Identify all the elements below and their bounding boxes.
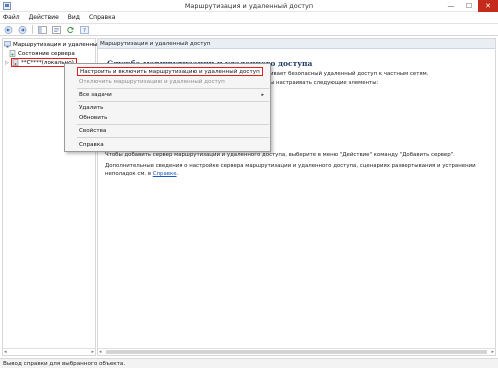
left-horizontal-scrollbar[interactable]: ◂ ▸	[3, 348, 95, 355]
scroll-right-arrow-icon[interactable]: ▸	[91, 349, 94, 355]
menu-bar: Файл Действие Вид Справка	[0, 12, 498, 22]
minimize-button[interactable]: —	[442, 0, 460, 12]
menu-item-configure-enable-rras[interactable]: Настроить и включить маршрутизацию и уда…	[77, 67, 263, 76]
menu-item-all-tasks[interactable]: Все задачи ▸	[79, 90, 269, 99]
more-info-line-1: Дополнительные сведения о настройке серв…	[105, 163, 476, 169]
service-description-line-1: ивает безопасный удаленный доступ к част…	[270, 71, 429, 77]
show-hide-tree-icon[interactable]	[37, 25, 48, 35]
scroll-thumb[interactable]	[106, 350, 487, 354]
tree-item-server-status-label: Состояние сервера	[18, 50, 75, 57]
server-status-icon	[9, 50, 16, 57]
back-icon[interactable]	[3, 25, 14, 35]
more-info-suffix: .	[176, 171, 179, 177]
scroll-left-arrow-icon[interactable]: ◂	[4, 349, 7, 355]
menu-item-all-tasks-label: Все задачи	[79, 91, 112, 98]
tree-item-root[interactable]: Маршрутизация и удаленный	[4, 40, 101, 49]
menu-item-disable-rras: Отключить маршрутизацию и удаленный дост…	[79, 78, 225, 85]
menu-item-help[interactable]: Справка	[79, 140, 104, 149]
rras-window: Маршрутизация и удаленный доступ — ☐ ✕ Ф…	[0, 0, 498, 368]
more-info-prefix: неполадок см. в	[105, 171, 153, 177]
menu-view[interactable]: Вид	[68, 14, 80, 21]
properties-icon[interactable]	[51, 25, 62, 35]
menu-separator	[77, 88, 269, 89]
menu-item-delete[interactable]: Удалить	[79, 103, 103, 112]
help-icon[interactable]: ?	[79, 25, 90, 35]
window-controls: — ☐ ✕	[442, 0, 498, 12]
forward-icon[interactable]	[17, 25, 28, 35]
refresh-icon[interactable]	[65, 25, 76, 35]
submenu-arrow-icon: ▸	[261, 91, 264, 98]
menu-item-refresh[interactable]: Обновить	[79, 113, 107, 122]
close-button[interactable]: ✕	[478, 0, 498, 12]
title-bar: Маршрутизация и удаленный доступ — ☐ ✕	[0, 0, 498, 12]
menu-item-properties[interactable]: Свойства	[79, 126, 106, 135]
scroll-left-arrow-icon[interactable]: ◂	[99, 349, 102, 355]
menu-action[interactable]: Действие	[29, 14, 59, 21]
results-pane-header: Маршрутизация и удаленный доступ	[98, 39, 495, 49]
maximize-button[interactable]: ☐	[460, 0, 478, 12]
help-link[interactable]: Справке	[153, 171, 177, 177]
menu-file[interactable]: Файл	[3, 14, 20, 21]
more-info-line-2: неполадок см. в Справке.	[105, 171, 178, 177]
svg-text:?: ?	[83, 28, 86, 34]
right-horizontal-scrollbar[interactable]: ◂ ▸	[98, 348, 495, 355]
rras-root-icon	[4, 41, 11, 48]
window-title: Маршрутизация и удаленный доступ	[184, 2, 314, 10]
menu-separator	[77, 137, 269, 138]
menu-separator	[77, 124, 269, 125]
tree-item-root-label: Маршрутизация и удаленный	[13, 41, 102, 48]
server-icon	[12, 59, 19, 66]
scroll-right-arrow-icon[interactable]: ▸	[491, 349, 494, 355]
context-menu: Настроить и включить маршрутизацию и уда…	[64, 63, 271, 152]
service-description-line-2: ы настраивать следующие элементы:	[270, 80, 379, 86]
expand-arrow-icon[interactable]: ▷	[5, 60, 10, 66]
menu-separator	[77, 101, 269, 102]
status-bar: Вывод справки для выбранного объекта.	[0, 358, 498, 368]
toolbar: ?	[0, 23, 498, 36]
add-server-instruction: Чтобы добавить сервер маршрутизации и уд…	[105, 152, 455, 158]
tree-item-server-status[interactable]: Состояние сервера	[9, 49, 75, 58]
menu-help[interactable]: Справка	[89, 14, 115, 21]
toolbar-separator	[32, 25, 33, 34]
